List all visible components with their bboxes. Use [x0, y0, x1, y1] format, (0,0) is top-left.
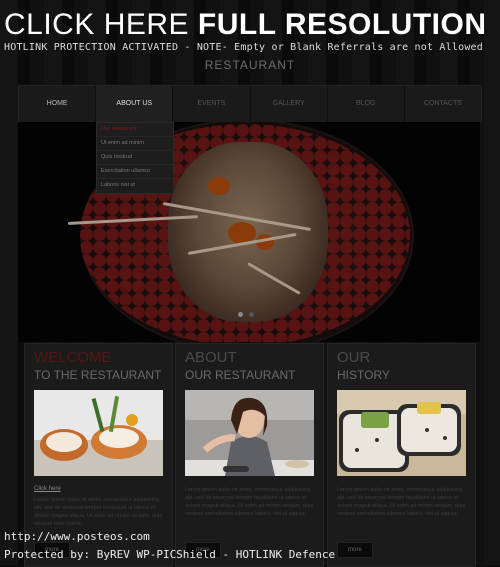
box-title: ABOUT: [185, 349, 237, 366]
dropdown-item[interactable]: Our restaurant: [97, 123, 173, 137]
dropdown-item[interactable]: Exercitation ullamco: [97, 165, 173, 179]
box-subtitle: TO THE RESTAURANT: [34, 368, 162, 382]
main-nav: HOME ABOUT US EVENTS GALLERY BLOG CONTAC…: [18, 85, 482, 123]
watermark-title-normal: CLICK HERE: [4, 8, 198, 41]
watermark-title[interactable]: CLICK HERE FULL RESOLUTION: [4, 8, 487, 42]
nav-item-about-us[interactable]: ABOUT US: [96, 86, 174, 122]
nav-item-home[interactable]: HOME: [19, 86, 97, 122]
history-box: OUR HISTORY Lorem ipsum dolor sit amet, …: [327, 343, 476, 567]
box-text: Lorem ipsum dolor sit amet, consectetur …: [185, 487, 314, 517]
dropdown-item[interactable]: Quis nostrud: [97, 151, 173, 165]
slider-dot[interactable]: [238, 312, 243, 317]
click-here-link[interactable]: Click here: [34, 486, 61, 492]
sushi-image: [34, 390, 163, 476]
carrot-garnish: [208, 177, 230, 195]
dropdown-item[interactable]: Laboris nisi ut: [97, 179, 173, 192]
box-subtitle: OUR RESTAURANT: [185, 368, 296, 382]
logo-subtitle: RESTAURANT: [204, 58, 296, 72]
watermark-footer: Protected by: ByREV WP-PICShield - HOTLI…: [4, 548, 336, 561]
nav-item-gallery[interactable]: GALLERY: [251, 86, 328, 122]
hero-slider[interactable]: [18, 122, 480, 342]
box-text: Lorem ipsum dolor sit amet, consectetur …: [34, 497, 163, 527]
box-text: Lorem ipsum dolor sit amet, consectetur …: [337, 487, 466, 517]
sushi-rolls-image: [337, 390, 466, 476]
more-button[interactable]: more: [337, 542, 373, 558]
watermark-subtitle: HOTLINK PROTECTION ACTIVATED - NOTE- Emp…: [4, 42, 483, 53]
box-title: OUR: [337, 349, 371, 366]
box-subtitle: HISTORY: [337, 368, 390, 382]
woman-eating-image: [185, 390, 314, 476]
watermark-url[interactable]: http://www.posteos.com: [4, 530, 150, 543]
nav-item-contacts[interactable]: CONTACTS: [405, 86, 481, 122]
dropdown-item[interactable]: Ut enim ad minim: [97, 137, 173, 151]
about-us-dropdown: Our restaurant Ut enim ad minim Quis nos…: [96, 122, 174, 194]
nav-item-blog[interactable]: BLOG: [328, 86, 405, 122]
about-box: ABOUT OUR RESTAURANT Lorem ipsum dolor s…: [175, 343, 324, 567]
slider-dot[interactable]: [249, 312, 254, 317]
slider-pagination: [238, 312, 254, 317]
nav-item-events[interactable]: EVENTS: [173, 86, 251, 122]
box-title: WELCOME: [34, 349, 112, 366]
watermark-title-bold: FULL RESOLUTION: [197, 8, 487, 41]
